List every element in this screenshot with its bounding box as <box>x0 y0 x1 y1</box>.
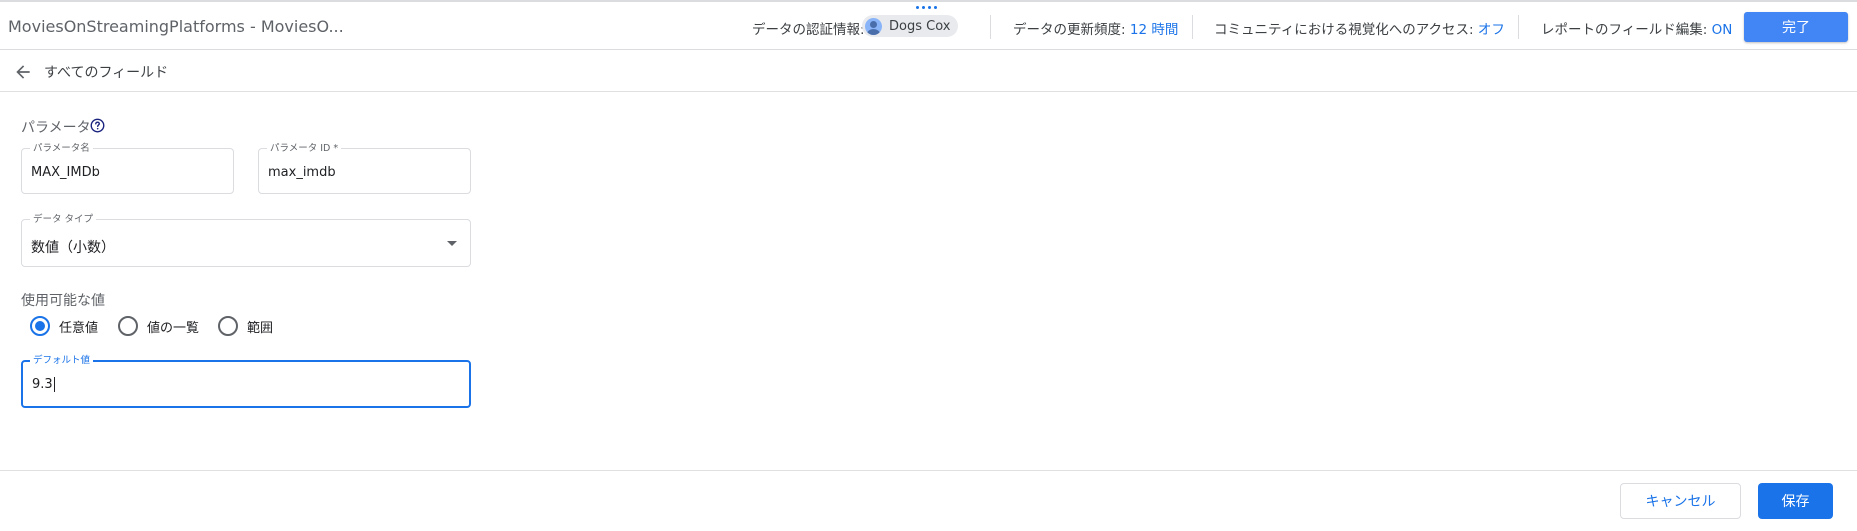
refresh-label: データの更新頻度: <box>1013 22 1126 38</box>
top-bar: MoviesOnStreamingPlatforms - MoviesO... … <box>0 0 1857 50</box>
radio-range-label: 範囲 <box>247 320 274 336</box>
radio-unchecked-icon[interactable] <box>218 316 238 336</box>
radio-unchecked-icon[interactable] <box>118 316 138 336</box>
app-title: MoviesOnStreamingPlatforms - MoviesO... <box>8 17 344 36</box>
section-title-parameter: パラメータ <box>21 120 91 136</box>
allowed-values-title: 使用可能な値 <box>21 293 105 309</box>
help-icon[interactable] <box>90 118 105 133</box>
data-type-select[interactable]: データ タイプ 数値（小数） <box>21 214 471 267</box>
param-id-field[interactable]: パラメータ ID * <box>258 143 471 194</box>
sub-header: すべてのフィールド <box>0 51 1857 92</box>
param-id-input[interactable] <box>268 165 468 180</box>
back-arrow-icon[interactable] <box>13 62 33 82</box>
data-type-value: 数値（小数） <box>31 240 115 256</box>
radio-checked-icon[interactable] <box>30 316 50 336</box>
refresh-value[interactable]: 12 時間 <box>1130 22 1178 38</box>
default-value-label: デフォルト値 <box>30 355 94 366</box>
divider <box>990 15 991 39</box>
param-name-field[interactable]: パラメータ名 <box>21 143 234 194</box>
credentials-label: データの認証情報: <box>752 22 865 38</box>
all-fields-link[interactable]: すべてのフィールド <box>44 62 168 82</box>
user-avatar-icon <box>865 17 882 35</box>
data-type-label: データ タイプ <box>30 214 97 225</box>
default-value-input[interactable]: 9.3 <box>32 377 55 392</box>
default-value-field[interactable]: デフォルト値 9.3 <box>21 355 471 408</box>
credentials-user-name: Dogs Cox <box>889 18 951 34</box>
radio-value-list-label: 値の一覧 <box>147 320 200 336</box>
done-button[interactable]: 完了 <box>1744 12 1848 42</box>
param-id-label: パラメータ ID * <box>267 143 342 154</box>
divider <box>1192 15 1193 39</box>
radio-any-value[interactable]: 任意値 <box>30 316 98 336</box>
refresh-frequency[interactable]: データの更新頻度: 12 時間 <box>1013 18 1178 38</box>
radio-range[interactable]: 範囲 <box>218 316 273 336</box>
credentials-user-chip[interactable]: Dogs Cox <box>862 15 958 37</box>
drag-handle[interactable] <box>914 6 938 10</box>
radio-value-list[interactable]: 値の一覧 <box>118 316 199 336</box>
field-edit-value[interactable]: ON <box>1712 22 1733 38</box>
default-value-text: 9.3 <box>32 377 55 392</box>
save-button[interactable]: 保存 <box>1758 483 1833 519</box>
radio-any-value-label: 任意値 <box>59 320 99 336</box>
param-name-input[interactable] <box>31 165 231 180</box>
community-label: コミュニティにおける視覚化へのアクセス: <box>1214 22 1474 38</box>
cancel-button[interactable]: キャンセル <box>1620 483 1741 519</box>
field-edit-setting[interactable]: レポートのフィールド編集: ON <box>1541 18 1732 38</box>
community-access[interactable]: コミュニティにおける視覚化へのアクセス: オフ <box>1214 18 1505 38</box>
footer: キャンセル 保存 <box>0 470 1857 531</box>
community-value[interactable]: オフ <box>1478 22 1505 38</box>
dropdown-caret-icon <box>447 241 457 246</box>
param-name-label: パラメータ名 <box>30 143 93 154</box>
field-edit-label: レポートのフィールド編集: <box>1541 22 1708 38</box>
divider <box>1518 15 1519 39</box>
